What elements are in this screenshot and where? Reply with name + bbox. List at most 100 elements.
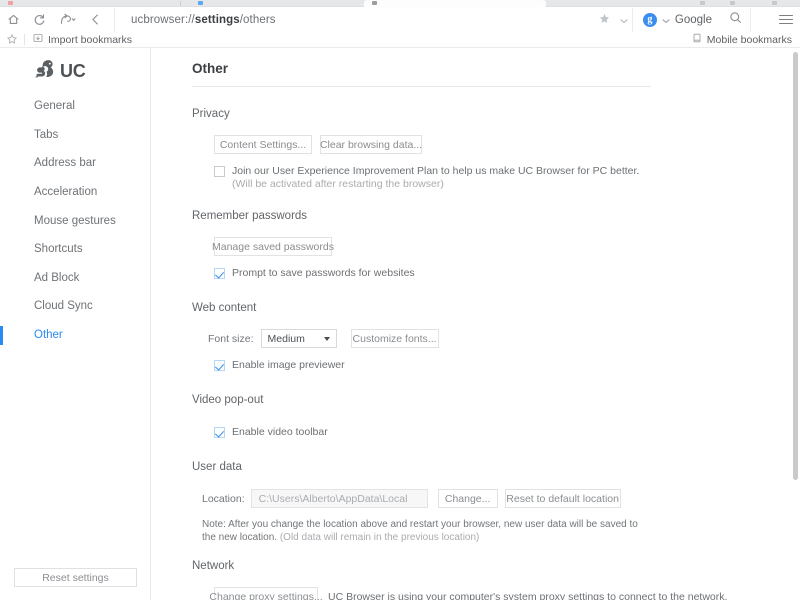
settings-nav-list: General Tabs Address bar Acceleration Mo… [0, 92, 151, 349]
mobile-device-icon [692, 33, 702, 46]
back-button[interactable] [82, 8, 108, 32]
search-engine-label: Google [674, 13, 712, 26]
forward-button[interactable] [52, 8, 82, 32]
section-title-passwords: Remember passwords [192, 210, 308, 222]
change-location-button[interactable]: Change... [437, 489, 498, 508]
window-minimize-button[interactable] [700, 1, 705, 5]
main-menu-button[interactable] [772, 8, 800, 32]
google-badge-icon: g [642, 12, 657, 27]
section-title-user-data: User data [192, 461, 242, 473]
section-user-data: User data Location: C:\Users\Alberto\App… [192, 461, 752, 544]
customize-fonts-button[interactable]: Customize fonts... [350, 329, 439, 348]
chevron-down-icon [620, 11, 628, 29]
browser-toolbar: ucbrowser://settings/others g Google [0, 7, 800, 32]
bookmarks-manager-button[interactable] [0, 32, 24, 48]
search-icon [729, 11, 742, 29]
reset-location-button[interactable]: Reset to default location [504, 489, 621, 508]
sidebar-item-other[interactable]: Other [0, 321, 151, 350]
title-divider [192, 86, 651, 87]
chevron-down-icon [662, 11, 670, 29]
home-button[interactable] [0, 8, 26, 32]
user-data-note: Note: After you change the location abov… [202, 518, 654, 544]
bookmark-dropdown-button[interactable] [616, 8, 632, 32]
privacy-buttons-row: Content Settings... Clear browsing data.… [214, 135, 752, 154]
uc-brand: UC [34, 58, 86, 85]
section-title-privacy: Privacy [192, 108, 230, 120]
window-close-button[interactable] [772, 1, 777, 5]
uep-label-main: Join our User Experience Improvement Pla… [232, 165, 640, 177]
location-input[interactable]: C:\Users\Alberto\AppData\Local [250, 489, 428, 508]
sidebar-item-label: Ad Block [34, 271, 80, 284]
image-previewer-checkbox[interactable] [214, 360, 225, 371]
font-size-select[interactable]: Medium [260, 329, 337, 348]
section-title-network: Network [192, 560, 235, 572]
toolbar-right-group: g Google [594, 7, 800, 32]
passwords-buttons-row: Manage saved passwords [212, 237, 752, 256]
settings-content: Other Privacy Content Settings... Clear … [152, 48, 800, 600]
search-engine-selector[interactable]: g Google [631, 7, 720, 32]
star-outline-icon [6, 31, 18, 49]
content-scrollbar-thumb[interactable] [793, 52, 798, 480]
change-proxy-settings-button[interactable]: Change proxy settings... [209, 587, 323, 600]
tab-favicon [372, 1, 377, 5]
chevron-down-icon [323, 336, 330, 341]
sidebar-item-label: Cloud Sync [34, 300, 93, 313]
video-toolbar-label: Enable video toolbar [232, 426, 328, 438]
content-settings-button[interactable]: Content Settings... [214, 135, 312, 154]
section-title-video-popout: Video pop-out [192, 394, 264, 406]
location-value: C:\Users\Alberto\AppData\Local [258, 492, 408, 505]
window-maximize-button[interactable] [730, 1, 735, 5]
search-button[interactable] [720, 8, 750, 32]
bookmarks-bar: Import bookmarks Mobile bookmarks [0, 32, 800, 48]
import-bookmarks-label: Import bookmarks [48, 33, 133, 46]
url-prefix: ucbrowser:// [131, 13, 195, 26]
reset-settings-area: Reset settings [0, 568, 151, 587]
clear-browsing-data-button[interactable]: Clear browsing data... [320, 135, 422, 154]
sidebar-item-mouse-gestures[interactable]: Mouse gestures [0, 206, 151, 235]
font-size-row: Font size: Medium Customize fonts... [208, 329, 752, 348]
reload-button[interactable] [26, 8, 52, 32]
sidebar-item-label: Acceleration [34, 186, 98, 199]
import-bookmarks-item[interactable]: Import bookmarks [25, 32, 140, 48]
sidebar-item-cloud-sync[interactable]: Cloud Sync [0, 292, 151, 321]
manage-saved-passwords-button[interactable]: Manage saved passwords [212, 237, 334, 256]
tab-strip [0, 0, 800, 7]
section-network: Network Change proxy settings... UC Brow… [192, 560, 752, 600]
sidebar-item-label: Shortcuts [34, 243, 83, 256]
sidebar-item-label: Mouse gestures [34, 214, 116, 227]
tab-favicon [8, 1, 13, 5]
sidebar-item-general[interactable]: General [0, 92, 151, 121]
url-highlight: settings [194, 13, 240, 26]
sidebar-item-label: Other [34, 329, 63, 342]
content-scrollbar-track[interactable] [790, 48, 800, 600]
sidebar-item-label: General [34, 100, 75, 113]
uc-squirrel-logo [34, 58, 58, 85]
home-icon [7, 13, 20, 26]
sidebar-item-address-bar[interactable]: Address bar [0, 149, 151, 178]
prompt-save-passwords-label: Prompt to save passwords for websites [232, 267, 415, 279]
address-bar[interactable]: ucbrowser://settings/others [114, 7, 594, 32]
mobile-bookmarks-item[interactable]: Mobile bookmarks [684, 32, 800, 48]
tab-active[interactable] [364, 0, 546, 7]
uep-checkbox[interactable] [214, 166, 225, 177]
tab-separator [180, 1, 181, 6]
sidebar-item-acceleration[interactable]: Acceleration [0, 178, 151, 207]
more-options-button[interactable] [750, 7, 772, 32]
prompt-save-passwords-checkbox[interactable] [214, 268, 225, 279]
network-proxy-row: Change proxy settings... UC Browser is u… [209, 587, 752, 600]
video-toolbar-checkbox[interactable] [214, 427, 225, 438]
url-suffix: /others [239, 13, 276, 26]
mobile-bookmarks-label: Mobile bookmarks [706, 33, 792, 46]
reset-settings-button[interactable]: Reset settings [14, 568, 137, 587]
sidebar-item-shortcuts[interactable]: Shortcuts [0, 235, 151, 264]
section-video-popout: Video pop-out Enable video toolbar [192, 394, 752, 439]
sidebar-item-ad-block[interactable]: Ad Block [0, 264, 151, 293]
bookmark-star-button[interactable] [594, 8, 616, 32]
sidebar-item-label: Address bar [34, 157, 97, 170]
section-title-web-content: Web content [192, 302, 257, 314]
font-size-label: Font size: [208, 332, 254, 345]
sidebar-item-tabs[interactable]: Tabs [0, 121, 151, 150]
prompt-save-passwords-row: Prompt to save passwords for websites [214, 267, 752, 280]
location-label: Location: [202, 492, 245, 505]
uep-label: Join our User Experience Improvement Pla… [232, 165, 662, 191]
